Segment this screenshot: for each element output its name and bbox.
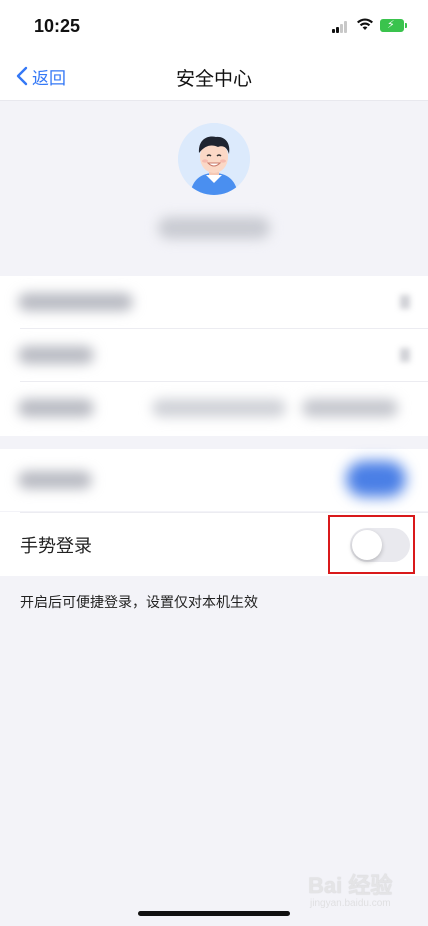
toggle-row-redacted [0,449,428,511]
redacted-text [18,346,94,364]
wifi-icon [357,18,373,30]
page-title: 安全中心 [175,68,252,90]
redacted-text [302,399,398,417]
highlight-annotation [328,515,415,574]
battery-charging-icon: ⚡ [380,19,407,32]
redacted-text [18,471,92,489]
redacted-text [18,293,133,311]
status-bar: 10:25 ⚡ [0,0,428,52]
watermark-text: Bai 经验 [308,873,393,898]
account-settings-card-redacted [0,276,428,436]
chevron-right-icon [400,295,410,309]
status-time: 10:25 [34,16,81,36]
avatar[interactable] [178,123,250,195]
redacted-text [18,399,94,417]
watermark-logo: Bai 经验 jingyan.baidu.com [308,868,420,916]
settings-row-redacted[interactable] [0,382,428,434]
home-indicator[interactable] [138,911,290,916]
gesture-login-label: 手势登录 [20,536,92,557]
profile-section [0,101,428,275]
signal-icon [332,21,350,33]
nav-bar: 返回 安全中心 [0,52,428,101]
toggle-switch-redacted[interactable] [346,461,406,497]
username-redacted [158,217,270,239]
settings-row-redacted[interactable] [0,329,428,381]
avatar-illustration [178,123,250,195]
divider [20,512,428,513]
chevron-right-icon [400,348,410,362]
settings-row-redacted[interactable] [0,276,428,328]
gesture-login-hint: 开启后可便捷登录，设置仅对本机生效 [20,595,258,611]
watermark-url: jingyan.baidu.com [310,898,391,909]
redacted-text [152,399,286,417]
